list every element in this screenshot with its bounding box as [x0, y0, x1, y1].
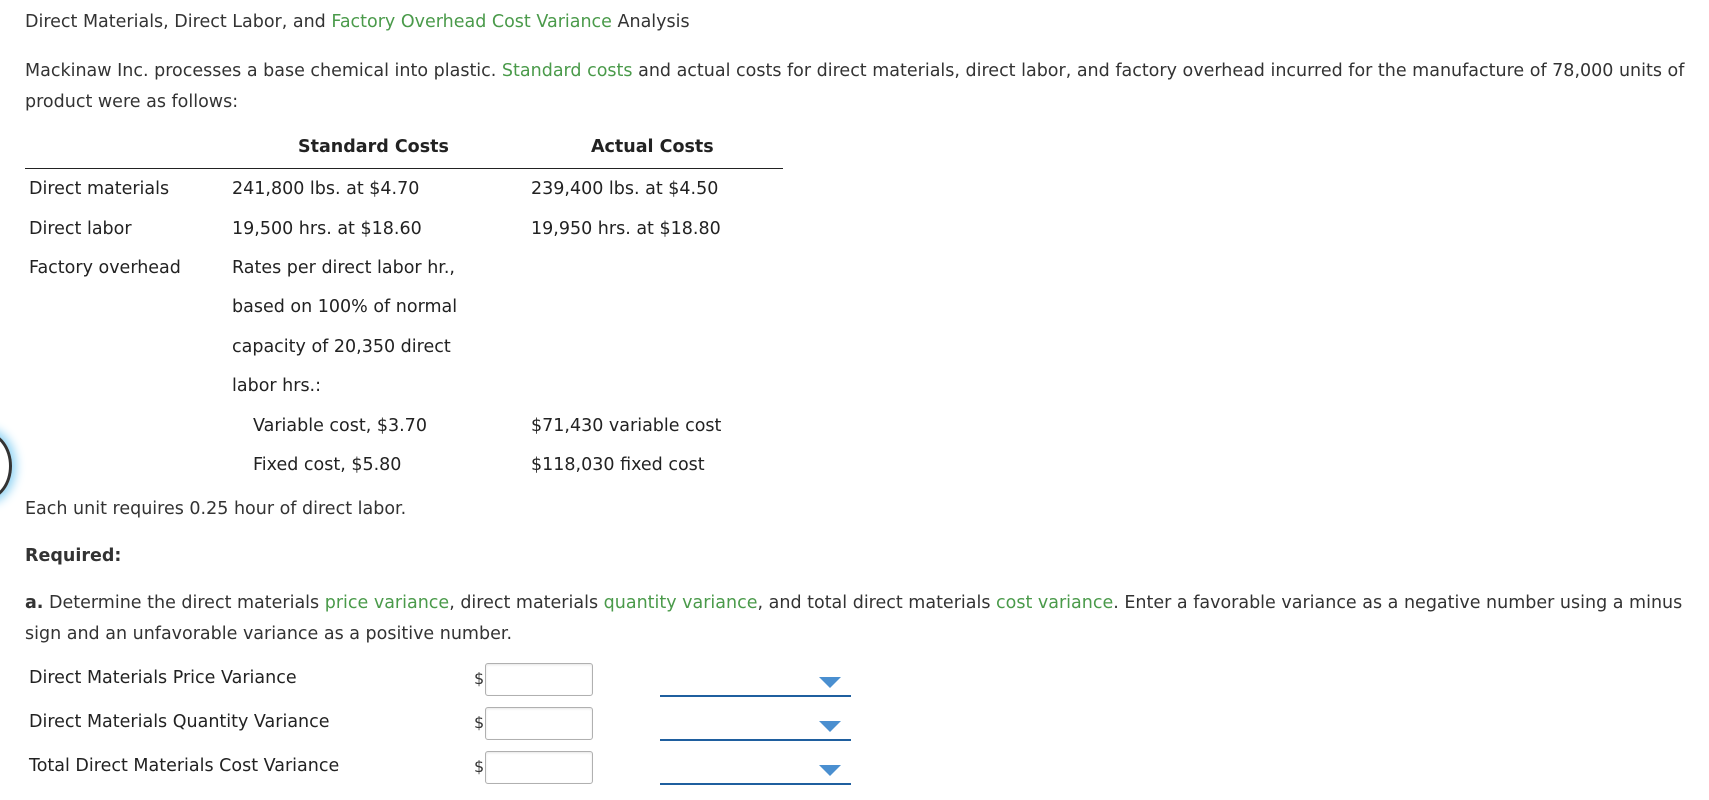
row-label-direct-materials: Direct materials	[29, 179, 170, 199]
header-standard-costs: Standard Costs	[298, 137, 449, 157]
answer-label-quantity-variance: Direct Materials Quantity Variance	[29, 712, 330, 732]
currency-symbol: $	[474, 669, 485, 688]
page-title: Direct Materials, Direct Labor, and Fact…	[25, 12, 690, 32]
question-text-1: Determine the direct materials	[43, 593, 325, 613]
price-variance-select[interactable]	[660, 667, 851, 697]
title-text-1: Direct Materials, Direct Labor, and	[25, 12, 332, 32]
dm-standard: 241,800 lbs. at $4.70	[232, 179, 420, 199]
quantity-variance-select[interactable]	[660, 711, 851, 741]
fo-standard-line-3: capacity of 20,350 direct	[232, 337, 451, 357]
chevron-down-icon	[819, 765, 841, 776]
intro-paragraph: Mackinaw Inc. processes a base chemical …	[25, 56, 1685, 118]
total-cost-variance-select[interactable]	[660, 755, 851, 785]
fixed-cost-standard: Fixed cost, $5.80	[253, 455, 402, 475]
dl-standard: 19,500 hrs. at $18.60	[232, 219, 422, 239]
title-text-2: Analysis	[611, 12, 690, 32]
total-cost-variance-input[interactable]	[485, 751, 593, 784]
header-actual-costs: Actual Costs	[591, 137, 714, 157]
question-text-2: , direct materials	[449, 593, 604, 613]
question-letter: a.	[25, 593, 44, 613]
standard-costs-link[interactable]: Standard costs	[502, 61, 633, 81]
question-text-3: , and total direct materials	[757, 593, 997, 613]
direct-labor-note: Each unit requires 0.25 hour of direct l…	[25, 499, 407, 519]
table-header-rule	[25, 168, 783, 169]
row-label-factory-overhead: Factory overhead	[29, 258, 181, 278]
dm-actual: 239,400 lbs. at $4.50	[531, 179, 719, 199]
row-label-direct-labor: Direct labor	[29, 219, 132, 239]
fixed-cost-actual: $118,030 fixed cost	[531, 455, 705, 475]
chevron-down-icon	[819, 721, 841, 732]
fo-standard-line-4: labor hrs.:	[232, 376, 322, 396]
price-variance-link[interactable]: price variance	[325, 593, 449, 613]
intro-text-1: Mackinaw Inc. processes a base chemical …	[25, 61, 502, 81]
dl-actual: 19,950 hrs. at $18.80	[531, 219, 721, 239]
variable-cost-actual: $71,430 variable cost	[531, 416, 722, 436]
currency-symbol: $	[474, 757, 485, 776]
required-heading: Required:	[25, 546, 122, 566]
question-a: a. Determine the direct materials price …	[25, 588, 1685, 650]
chevron-down-icon	[819, 677, 841, 688]
currency-symbol: $	[474, 713, 485, 732]
answer-label-total-cost-variance: Total Direct Materials Cost Variance	[29, 756, 340, 776]
quantity-variance-link[interactable]: quantity variance	[604, 593, 758, 613]
answer-label-price-variance: Direct Materials Price Variance	[29, 668, 297, 688]
quantity-variance-input[interactable]	[485, 707, 593, 740]
price-variance-input[interactable]	[485, 663, 593, 696]
side-highlight-circle	[0, 432, 12, 500]
variable-cost-standard: Variable cost, $3.70	[253, 416, 427, 436]
factory-overhead-link[interactable]: Factory Overhead Cost Variance	[331, 12, 612, 32]
cost-variance-link[interactable]: cost variance	[996, 593, 1113, 613]
fo-standard-line-1: Rates per direct labor hr.,	[232, 258, 455, 278]
fo-standard-line-2: based on 100% of normal	[232, 297, 458, 317]
